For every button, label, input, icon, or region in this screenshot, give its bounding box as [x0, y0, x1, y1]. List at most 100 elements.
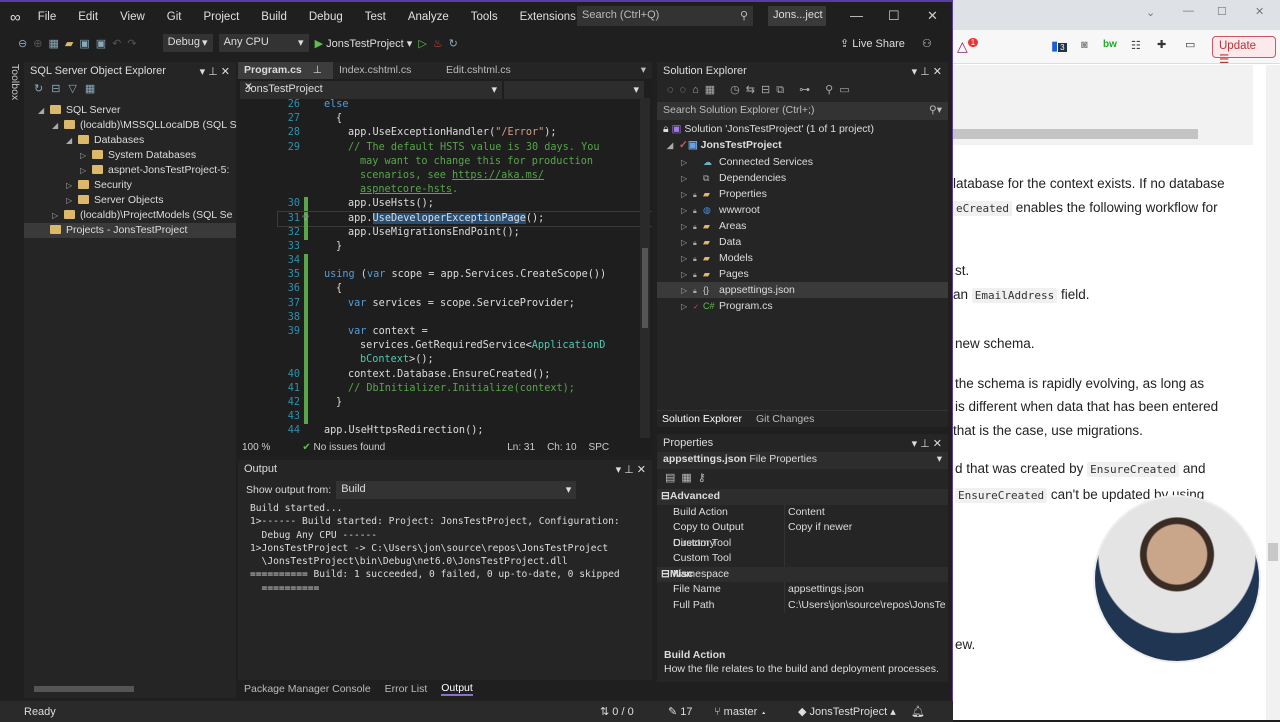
branch-selector[interactable]: ⑂ master ▴	[714, 706, 767, 718]
page-scrollbar[interactable]	[1266, 65, 1280, 720]
collapse-icon[interactable]: ⊟	[661, 567, 670, 583]
zoom-level[interactable]: 100 %	[242, 442, 270, 453]
toolbox-tab[interactable]: Toolbox	[3, 64, 21, 104]
tab-output[interactable]: Output	[441, 682, 473, 696]
solution-item[interactable]: ▷ ☁ Connected Services	[657, 154, 948, 170]
sql-toolbar[interactable]: ↻⊟▽▦	[24, 80, 236, 100]
code-line[interactable]: 37 var services = scope.ServiceProvider;	[238, 296, 652, 311]
member-dropdown[interactable]: ▾	[504, 81, 644, 99]
object-selector[interactable]: appsettings.json File Properties ▾	[657, 452, 948, 469]
extensions-puzzle-icon[interactable]: ✚	[1157, 38, 1166, 51]
expand-icon[interactable]: ▷	[52, 208, 64, 223]
expand-icon[interactable]: ▷	[681, 171, 693, 187]
horizontal-scrollbar[interactable]	[34, 686, 134, 692]
expand-icon[interactable]: ▷	[80, 148, 92, 163]
run-button[interactable]: ▶ JonsTestProject ▾	[315, 37, 413, 50]
tab-edit-cshtml-cs[interactable]: Edit.cshtml.cs	[440, 62, 540, 79]
property-value[interactable]	[784, 535, 948, 551]
solution-item[interactable]: ▷ ✓ C# Program.cs	[657, 298, 948, 314]
property-value[interactable]: Content	[784, 504, 948, 520]
code-line[interactable]: 39 var context =	[238, 325, 652, 340]
save-all-icon[interactable]: ▣	[96, 37, 106, 50]
errors-indicator[interactable]: ⇅ 0 / 0	[600, 705, 634, 718]
menu-view[interactable]: View	[109, 11, 156, 23]
browser-maximize-button[interactable]: ☐	[1217, 5, 1227, 18]
code-line[interactable]: 26 else	[238, 98, 652, 112]
menu-git[interactable]: Git	[156, 11, 193, 23]
panel-controls[interactable]: ▾ ⊥ ✕	[912, 65, 942, 78]
property-group-header[interactable]: ⊟ Advanced	[657, 489, 948, 505]
property-value[interactable]: appsettings.json	[784, 582, 948, 598]
collapse-icon[interactable]: ⊟	[661, 489, 670, 505]
menu-test[interactable]: Test	[354, 11, 397, 23]
search-input[interactable]: Search (Ctrl+Q) ⚲	[577, 6, 753, 26]
menu-project[interactable]: Project	[192, 11, 250, 23]
solution-item[interactable]: ▷ 🔒︎ ▰ Properties	[657, 186, 948, 202]
browser-close-button[interactable]: ✕	[1255, 5, 1264, 18]
code-line[interactable]: 27 {	[238, 112, 652, 126]
expand-icon[interactable]: ◢	[66, 133, 78, 148]
expand-icon[interactable]: ▷	[681, 299, 693, 315]
expand-icon[interactable]: ▷	[681, 187, 693, 203]
live-share-button[interactable]: ⇪ Live Share	[840, 37, 905, 50]
lightbulb-icon[interactable]: 💡︎	[302, 212, 309, 226]
property-row[interactable]: Full Path C:\Users\jon\source\repos\JonsT…	[657, 597, 948, 613]
wallet-icon[interactable]: ▭	[1185, 38, 1195, 51]
expand-icon[interactable]: ◢	[38, 103, 50, 118]
code-line[interactable]: 40 context.Database.EnsureCreated();	[238, 367, 652, 382]
minimize-button[interactable]: —	[850, 8, 863, 23]
changes-indicator[interactable]: ✎ 17	[668, 705, 693, 718]
menu-tools[interactable]: Tools	[460, 11, 509, 23]
expand-icon[interactable]: ▷	[681, 267, 693, 283]
tab-error-list[interactable]: Error List	[385, 683, 428, 695]
expand-icon[interactable]: ▷	[681, 251, 693, 267]
code-line[interactable]: 31 app.UseDeveloperExceptionPage(); 💡︎	[277, 210, 652, 227]
redo-icon[interactable]: ↷	[127, 37, 136, 50]
tree-item[interactable]: ▷ aspnet-JonsTestProject-5:	[24, 163, 236, 178]
menu-extensions[interactable]: Extensions	[509, 11, 587, 23]
issues-status[interactable]: ✔ No issues found	[302, 442, 385, 453]
tree-item[interactable]: ◢ Databases	[24, 133, 236, 148]
property-row[interactable]: Custom Tool Namespace	[657, 551, 948, 580]
tree-item[interactable]: ▷ Security	[24, 178, 236, 193]
solution-search-input[interactable]: Search Solution Explorer (Ctrl+;) ⚲▾	[657, 102, 948, 120]
code-line[interactable]: 32 app.UseMigrationsEndPoint();	[238, 225, 652, 240]
tree-item[interactable]: ◢ (localdb)\MSSQLLocalDB (SQL S	[24, 118, 237, 133]
tree-item[interactable]: ▷ (localdb)\ProjectModels (SQL Se	[24, 208, 236, 223]
solution-item[interactable]: ▷ 🔒︎ ▰ Areas	[657, 218, 948, 234]
solution-item[interactable]: ▷ ⧉ Dependencies	[657, 170, 948, 186]
notifications-icon[interactable]: 🔔︎	[911, 705, 925, 718]
tab-package-manager-console[interactable]: Package Manager Console	[244, 683, 371, 695]
start-without-debug-icon[interactable]: ▷	[418, 37, 426, 50]
new-project-icon[interactable]: ▦	[48, 37, 58, 50]
menu-file[interactable]: File	[27, 11, 68, 23]
refresh-icon[interactable]: ↻	[449, 37, 458, 50]
tab-index-cshtml-cs[interactable]: Index.cshtml.cs	[333, 62, 443, 79]
expand-icon[interactable]: ▷	[66, 178, 78, 193]
code-line[interactable]: 44 app.UseHttpsRedirection();	[238, 424, 652, 438]
save-icon[interactable]: ▣	[79, 37, 89, 50]
code-line[interactable]: 41 // DbInitializer.Initialize(context);	[238, 381, 652, 396]
tab-program-cs[interactable]: Program.cs ⊥ ✕	[238, 62, 333, 93]
code-line[interactable]: 42}	[238, 395, 652, 411]
expand-icon[interactable]: ▷	[681, 235, 693, 251]
expand-icon[interactable]: ▷	[681, 155, 693, 171]
tree-item[interactable]: ▷ System Databases	[24, 148, 236, 163]
panel-controls[interactable]: ▾ ⊥ ✕	[912, 437, 942, 450]
code-line[interactable]: 43	[238, 410, 652, 425]
code-line[interactable]: 30 app.UseHsts();	[238, 197, 652, 212]
menu-edit[interactable]: Edit	[67, 11, 109, 23]
forward-icon[interactable]: ⊕	[33, 37, 42, 50]
platform-dropdown[interactable]: Any CPU ▾	[218, 34, 309, 52]
property-value[interactable]: C:\Users\jon\source\repos\JonsTe	[784, 597, 948, 613]
code-line[interactable]: services.GetRequiredService<ApplicationD	[238, 339, 652, 354]
expand-icon[interactable]: ▷	[681, 283, 693, 299]
property-value[interactable]	[784, 551, 948, 567]
code-line[interactable]: 35 using (var scope = app.Services.Create…	[238, 268, 652, 283]
open-icon[interactable]: ▰	[65, 37, 73, 50]
code-line[interactable]: aspnetcore-hsts.	[238, 183, 652, 197]
camera-icon[interactable]: ◙	[1081, 39, 1088, 51]
project-node[interactable]: ◢ ✓▣ JonsTestProject	[657, 138, 948, 154]
property-row[interactable]: Custom Tool	[657, 535, 948, 551]
property-value[interactable]: Copy if newer	[784, 520, 948, 536]
